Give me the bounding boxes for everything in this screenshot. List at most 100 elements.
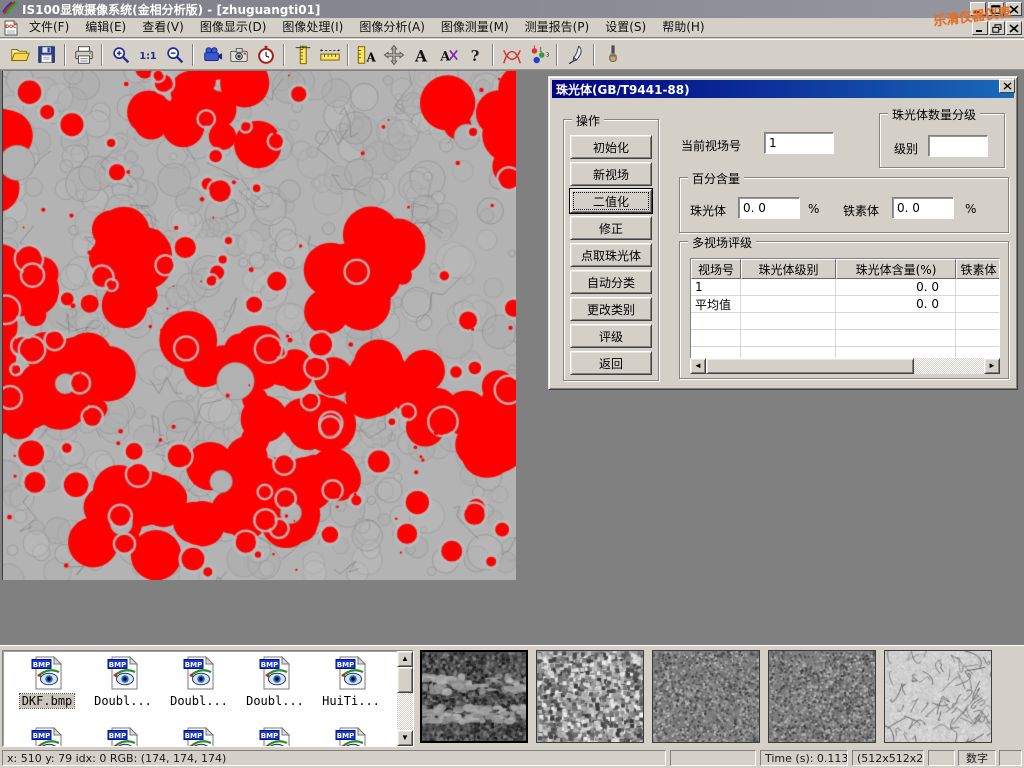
- current-field-input[interactable]: [764, 132, 834, 154]
- scroll-down-icon[interactable]: ▼: [397, 730, 413, 746]
- zoom-in-icon: [110, 44, 132, 66]
- help-icon: ?: [464, 44, 486, 66]
- file-item-partial[interactable]: BMP: [163, 727, 235, 747]
- pearlite-input[interactable]: [738, 197, 800, 219]
- table-row[interactable]: 平均值0. 0: [691, 296, 999, 313]
- mdi-close-button[interactable]: [1006, 21, 1022, 35]
- hscroll-track[interactable]: [914, 358, 984, 374]
- table-cell: [956, 279, 1000, 295]
- zoom-out-icon: [164, 44, 186, 66]
- file-item-partial[interactable]: BMP: [87, 727, 159, 747]
- text-button[interactable]: A: [407, 41, 434, 68]
- zoom-out-button[interactable]: [161, 41, 188, 68]
- file-name[interactable]: HuiTi...: [320, 694, 382, 708]
- op-button-返回[interactable]: 返回: [570, 351, 652, 375]
- vscroll-track[interactable]: [397, 693, 413, 730]
- menu-item-6[interactable]: 图像测量(M): [433, 18, 517, 37]
- scroll-up-icon[interactable]: ▲: [397, 651, 413, 667]
- snapshot-button[interactable]: [225, 41, 252, 68]
- brush-button[interactable]: [599, 41, 626, 68]
- menu-item-8[interactable]: 设置(S): [597, 18, 654, 37]
- bmp-file-icon: BMP: [334, 656, 368, 690]
- menu-item-9[interactable]: 帮助(H): [654, 18, 712, 37]
- mdi-restore-button[interactable]: [989, 21, 1005, 35]
- mdi-minimize-button[interactable]: [972, 21, 988, 35]
- op-button-点取珠光体[interactable]: 点取珠光体: [570, 243, 652, 267]
- ferrite-input[interactable]: [892, 197, 954, 219]
- file-item[interactable]: BMPDKF.bmp: [11, 656, 83, 709]
- caliper-button[interactable]: [289, 41, 316, 68]
- move-button[interactable]: [380, 41, 407, 68]
- video-camera-icon: [201, 44, 223, 66]
- file-item[interactable]: BMPDoubl...: [87, 656, 159, 709]
- scroll-right-icon[interactable]: ►: [984, 358, 1000, 374]
- vscroll-thumb[interactable]: [397, 667, 413, 693]
- op-button-修正[interactable]: 修正: [570, 216, 652, 240]
- menu-item-7[interactable]: 测量报告(P): [517, 18, 598, 37]
- file-name[interactable]: Doubl...: [168, 694, 230, 708]
- file-item[interactable]: BMPDoubl...: [239, 656, 311, 709]
- thumbnail-4[interactable]: [768, 650, 876, 743]
- video-camera-button[interactable]: [198, 41, 225, 68]
- table-cell: [741, 296, 836, 312]
- count-points-button[interactable]: 13: [525, 41, 552, 68]
- menu-item-2[interactable]: 查看(V): [134, 18, 192, 37]
- hscroll-thumb[interactable]: [706, 358, 914, 374]
- scroll-left-icon[interactable]: ◄: [690, 358, 706, 374]
- toolbar-separator: [283, 44, 285, 66]
- bmp-file-icon: BMP: [106, 727, 140, 747]
- thumbnail-5[interactable]: [884, 650, 992, 743]
- op-button-评级[interactable]: 评级: [570, 324, 652, 348]
- op-button-初始化[interactable]: 初始化: [570, 135, 652, 159]
- op-button-自动分类[interactable]: 自动分类: [570, 270, 652, 294]
- file-item[interactable]: BMP HuiTi...: [315, 656, 387, 709]
- file-name[interactable]: Doubl...: [244, 694, 306, 708]
- print-button[interactable]: [70, 41, 97, 68]
- maximize-button[interactable]: [988, 2, 1004, 16]
- table-row[interactable]: 10. 0: [691, 279, 999, 296]
- menu-item-3[interactable]: 图像显示(D): [192, 18, 275, 37]
- dialog-title-bar[interactable]: 珠光体(GB/T9441-88): [552, 80, 1014, 98]
- file-item-partial[interactable]: BMP: [315, 727, 387, 747]
- thumbnail-3[interactable]: [652, 650, 760, 743]
- file-item-partial[interactable]: BMP: [239, 727, 311, 747]
- timer-icon: [255, 44, 277, 66]
- timer-button[interactable]: [252, 41, 279, 68]
- thumbnail-2[interactable]: [536, 650, 644, 743]
- ruler-button[interactable]: [316, 41, 343, 68]
- open-button[interactable]: [6, 41, 33, 68]
- grade-label: 级别: [894, 140, 918, 157]
- pen-button[interactable]: [562, 41, 589, 68]
- op-button-更改类别[interactable]: 更改类别: [570, 297, 652, 321]
- menu-item-0[interactable]: 文件(F): [21, 18, 77, 37]
- text-style-button[interactable]: A: [434, 41, 461, 68]
- file-item-partial[interactable]: BMP: [11, 727, 83, 747]
- minimize-button[interactable]: [970, 2, 986, 16]
- file-name[interactable]: Doubl...: [92, 694, 154, 708]
- actual-size-button[interactable]: 1:1: [134, 41, 161, 68]
- menu-item-4[interactable]: 图像处理(I): [274, 18, 351, 37]
- table-hscrollbar[interactable]: ◄ ►: [690, 358, 1000, 374]
- menu-item-1[interactable]: 编辑(E): [77, 18, 134, 37]
- op-button-二值化[interactable]: 二值化: [570, 189, 652, 213]
- table-cell: [956, 313, 1000, 329]
- file-list-vscrollbar[interactable]: ▲ ▼: [397, 651, 413, 746]
- op-button-新视场[interactable]: 新视场: [570, 162, 652, 186]
- file-item[interactable]: BMPDoubl...: [163, 656, 235, 709]
- save-button[interactable]: [33, 41, 60, 68]
- table-cell: 0. 0: [836, 279, 956, 295]
- thumbnail-1[interactable]: [420, 650, 528, 743]
- dialog-close-button[interactable]: [999, 79, 1015, 93]
- help-button[interactable]: ?: [461, 41, 488, 68]
- file-name[interactable]: DKF.bmp: [20, 694, 75, 708]
- table-row[interactable]: [691, 330, 999, 347]
- close-button[interactable]: [1006, 2, 1022, 16]
- grade-input[interactable]: [928, 135, 988, 157]
- micrograph-image[interactable]: [2, 71, 516, 580]
- menu-item-5[interactable]: 图像分析(A): [351, 18, 433, 37]
- measure-text-button[interactable]: A: [353, 41, 380, 68]
- svg-text:BMP: BMP: [185, 732, 202, 740]
- curve-button[interactable]: [498, 41, 525, 68]
- zoom-in-button[interactable]: [107, 41, 134, 68]
- table-row[interactable]: [691, 313, 999, 330]
